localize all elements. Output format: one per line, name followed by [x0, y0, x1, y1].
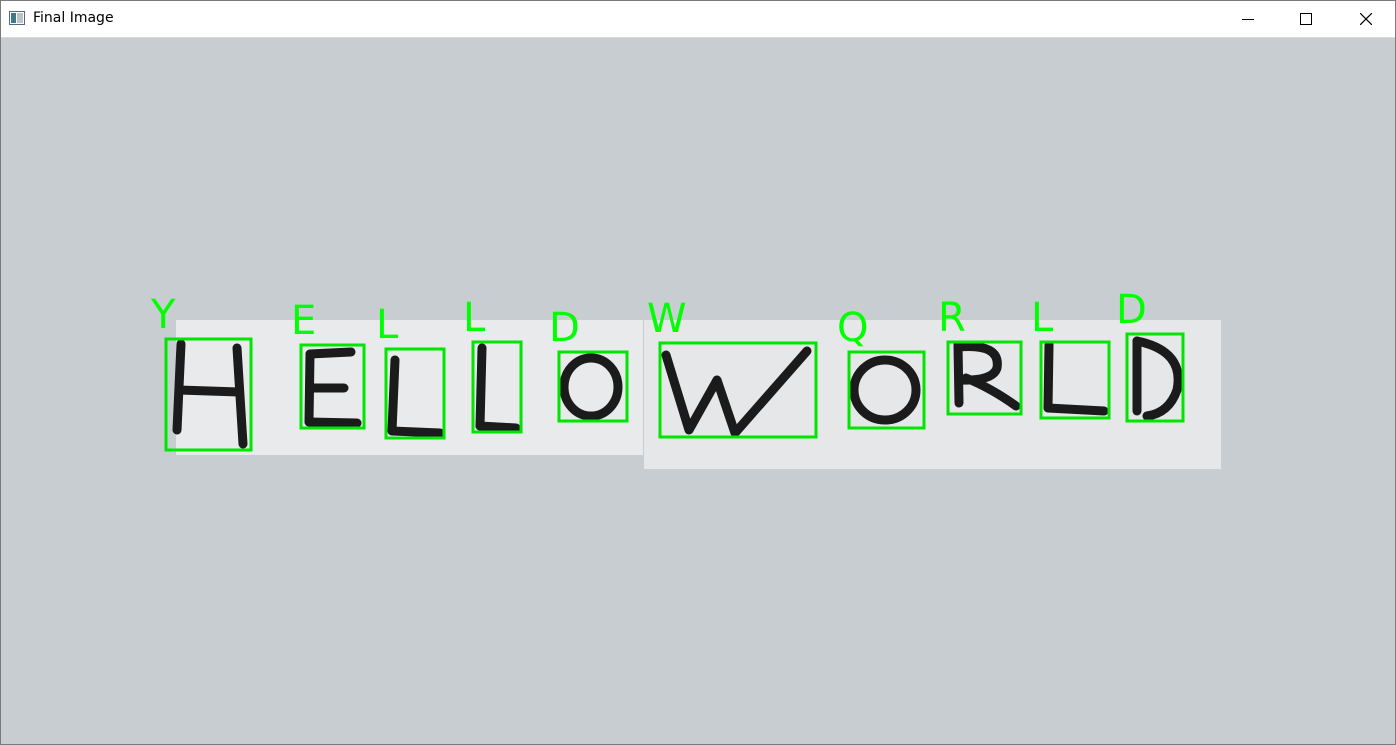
predicted-label: W: [647, 296, 687, 342]
maximize-icon: [1300, 13, 1312, 25]
app-window: Final Image Y E L L D W Q R L D: [0, 0, 1396, 745]
close-button[interactable]: [1337, 1, 1395, 37]
close-icon: [1360, 13, 1372, 25]
result-image: Y E L L D W Q R L D: [150, 287, 1221, 469]
minimize-button[interactable]: [1219, 1, 1277, 37]
predicted-label: Q: [837, 305, 868, 351]
predicted-label: L: [376, 302, 399, 348]
title-bar[interactable]: Final Image: [1, 1, 1395, 38]
image-canvas: Y E L L D W Q R L D: [1, 38, 1395, 744]
predicted-label: E: [291, 298, 316, 344]
predicted-label: D: [549, 305, 580, 351]
predicted-label: Y: [150, 292, 176, 338]
predicted-label: L: [1031, 295, 1054, 341]
minimize-icon: [1242, 19, 1254, 20]
app-icon: [9, 11, 25, 25]
window-title: Final Image: [33, 10, 114, 26]
predicted-label: R: [938, 295, 966, 341]
predicted-label: L: [463, 295, 486, 341]
predicted-label: D: [1116, 287, 1147, 333]
maximize-button[interactable]: [1277, 1, 1335, 37]
